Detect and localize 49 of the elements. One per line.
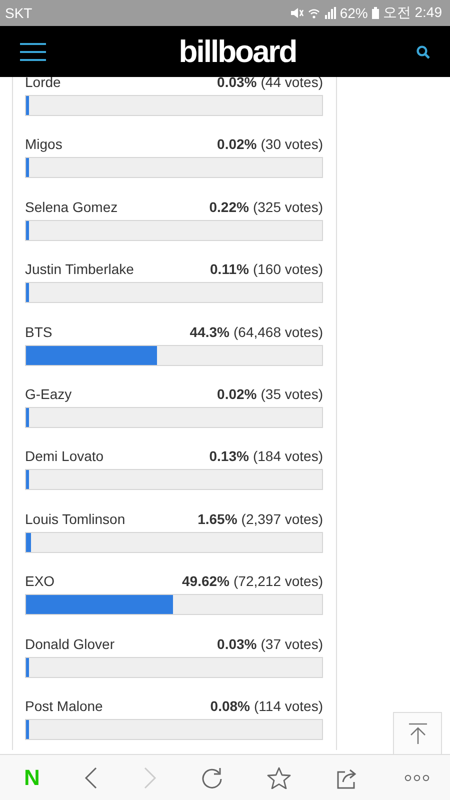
- vote-count: (325 votes): [252, 198, 323, 216]
- candidate-name: Selena Gomez: [25, 198, 119, 216]
- mute-icon: [290, 7, 304, 19]
- arrow-up-icon: [408, 722, 428, 744]
- vote-percent: 0.22%: [209, 198, 249, 216]
- search-icon[interactable]: [416, 44, 430, 58]
- candidate-name: Post Malone: [25, 696, 104, 715]
- vote-count: (35 votes): [260, 384, 323, 403]
- candidate-name: Justin Timberlake: [25, 260, 135, 278]
- site-logo[interactable]: billboard: [178, 34, 296, 70]
- battery-percent: 62%: [340, 5, 368, 21]
- back-icon[interactable]: [84, 766, 98, 788]
- vote-percent: 0.02%: [217, 384, 257, 403]
- candidate-name: EXO: [25, 572, 56, 590]
- vote-count: (64,468 votes): [234, 322, 323, 341]
- candidate-name: BTS: [25, 322, 54, 341]
- vote-count: (160 votes): [252, 260, 323, 278]
- vote-count: (2,397 votes): [241, 510, 323, 528]
- signal-icon: [324, 7, 336, 19]
- menu-icon[interactable]: [19, 42, 47, 62]
- vote-count: (72,212 votes): [234, 572, 323, 590]
- more-icon[interactable]: [404, 774, 430, 782]
- vote-percent: 0.03%: [217, 634, 257, 653]
- back-to-top-button[interactable]: [393, 712, 442, 754]
- wifi-icon: [308, 7, 320, 19]
- vote-percent: 0.11%: [210, 260, 249, 278]
- candidate-name: G-Eazy: [25, 384, 73, 403]
- clock: 오전 2:49: [382, 4, 442, 22]
- carrier-name: SKT: [5, 5, 32, 21]
- candidate-name: Migos: [25, 135, 64, 154]
- battery-icon: [372, 7, 379, 19]
- vote-count: (184 votes): [252, 447, 323, 466]
- candidate-name: Donald Glover: [25, 634, 116, 653]
- vote-count: (30 votes): [260, 135, 323, 154]
- vote-percent: 0.02%: [217, 135, 257, 154]
- candidate-name: Louis Tomlinson: [25, 510, 126, 528]
- vote-percent: 0.13%: [209, 447, 249, 466]
- vote-percent: 49.62%: [182, 572, 230, 590]
- candidate-name: Demi Lovato: [25, 447, 105, 466]
- vote-count: (44 votes): [260, 77, 323, 91]
- vote-percent: 44.3%: [190, 322, 230, 341]
- vote-percent: 1.65%: [198, 510, 238, 528]
- vote-count: (114 votes): [254, 696, 323, 715]
- vote-count: (37 votes): [260, 634, 323, 653]
- candidate-name: Lorde: [25, 77, 62, 91]
- vote-percent: 0.08%: [210, 696, 250, 715]
- star-icon[interactable]: [267, 766, 292, 788]
- reload-icon[interactable]: [200, 766, 223, 788]
- vote-percent: 0.03%: [217, 77, 257, 91]
